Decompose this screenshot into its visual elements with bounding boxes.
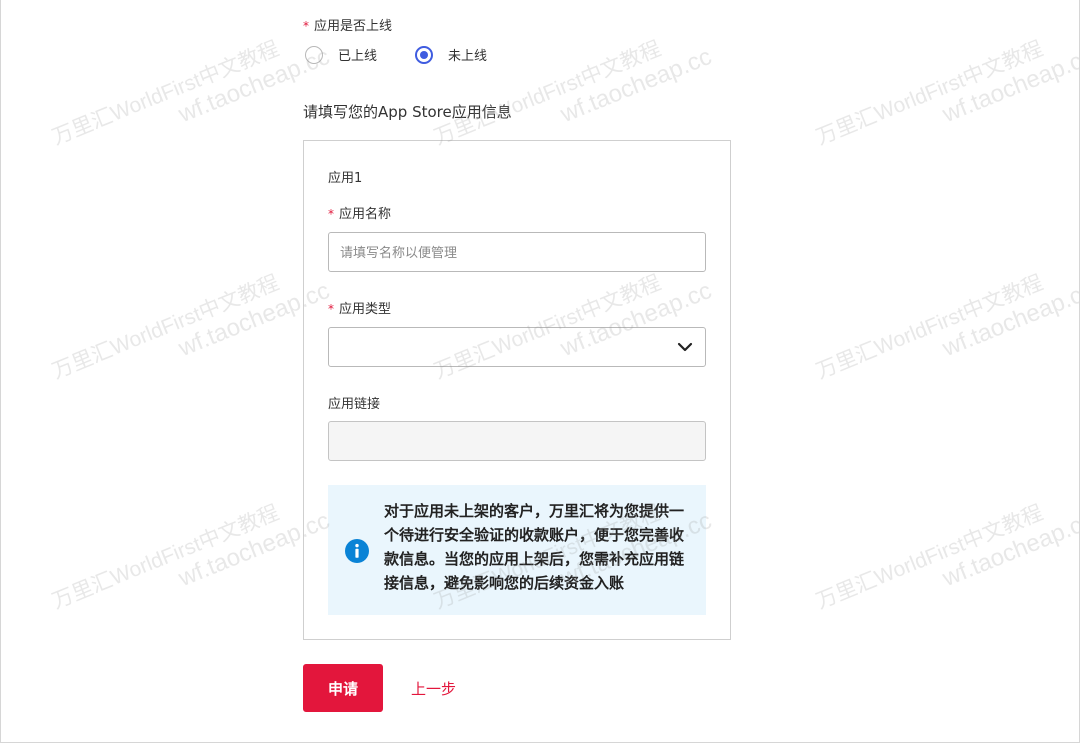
- radio-label-online: 已上线: [338, 49, 378, 64]
- app-name-label: * 应用名称: [328, 203, 391, 222]
- previous-step-link[interactable]: 上一步: [411, 678, 456, 699]
- app-type-label-text: 应用类型: [339, 302, 392, 317]
- chevron-down-icon: [677, 342, 693, 352]
- info-icon: [345, 539, 369, 563]
- watermark: 万里汇WorldFirst中文教程 wf.taocheap.cc: [49, 37, 334, 150]
- radio-label-offline: 未上线: [448, 49, 488, 64]
- section-title: 请填写您的App Store应用信息: [303, 103, 512, 121]
- watermark: 万里汇WorldFirst中文教程 wf.taocheap.cc: [813, 501, 1080, 614]
- app-info-card: 应用1 * 应用名称 * 应用类型 应用链接 对于应用未上架的客户，万里汇将为您提供…: [303, 140, 731, 640]
- radio-option-online[interactable]: 已上线: [305, 45, 377, 64]
- online-status-label: * 应用是否上线: [303, 15, 392, 34]
- watermark: 万里汇WorldFirst中文教程 wf.taocheap.cc: [813, 37, 1080, 150]
- radio-option-offline[interactable]: 未上线: [415, 45, 487, 64]
- app-name-label-text: 应用名称: [339, 207, 392, 222]
- required-mark: *: [328, 207, 334, 221]
- online-status-label-text: 应用是否上线: [314, 19, 393, 34]
- application-form-page: * 应用是否上线 已上线 未上线 请填写您的App Store应用信息 应用1 *…: [0, 0, 1080, 743]
- radio-button-offline[interactable]: [415, 45, 434, 64]
- online-status-radio-group: 已上线 未上线: [305, 45, 525, 64]
- app-card-title: 应用1: [328, 171, 363, 186]
- app-link-input[interactable]: [328, 421, 706, 461]
- app-type-label: * 应用类型: [328, 298, 391, 317]
- watermark: 万里汇WorldFirst中文教程 wf.taocheap.cc: [813, 271, 1080, 384]
- submit-button[interactable]: 申请: [303, 664, 383, 712]
- radio-button-online[interactable]: [305, 45, 323, 64]
- app-type-select[interactable]: [328, 327, 706, 367]
- notice-text: 对于应用未上架的客户，万里汇将为您提供一个待进行安全验证的收款账户，便于您完善收…: [384, 502, 685, 592]
- app-link-label: 应用链接: [328, 397, 381, 412]
- required-mark: *: [328, 302, 334, 316]
- app-name-input[interactable]: [328, 232, 706, 272]
- required-mark: *: [303, 19, 309, 33]
- watermark: 万里汇WorldFirst中文教程 wf.taocheap.cc: [49, 271, 334, 384]
- watermark: 万里汇WorldFirst中文教程 wf.taocheap.cc: [49, 501, 334, 614]
- notice-box: 对于应用未上架的客户，万里汇将为您提供一个待进行安全验证的收款账户，便于您完善收…: [328, 485, 706, 615]
